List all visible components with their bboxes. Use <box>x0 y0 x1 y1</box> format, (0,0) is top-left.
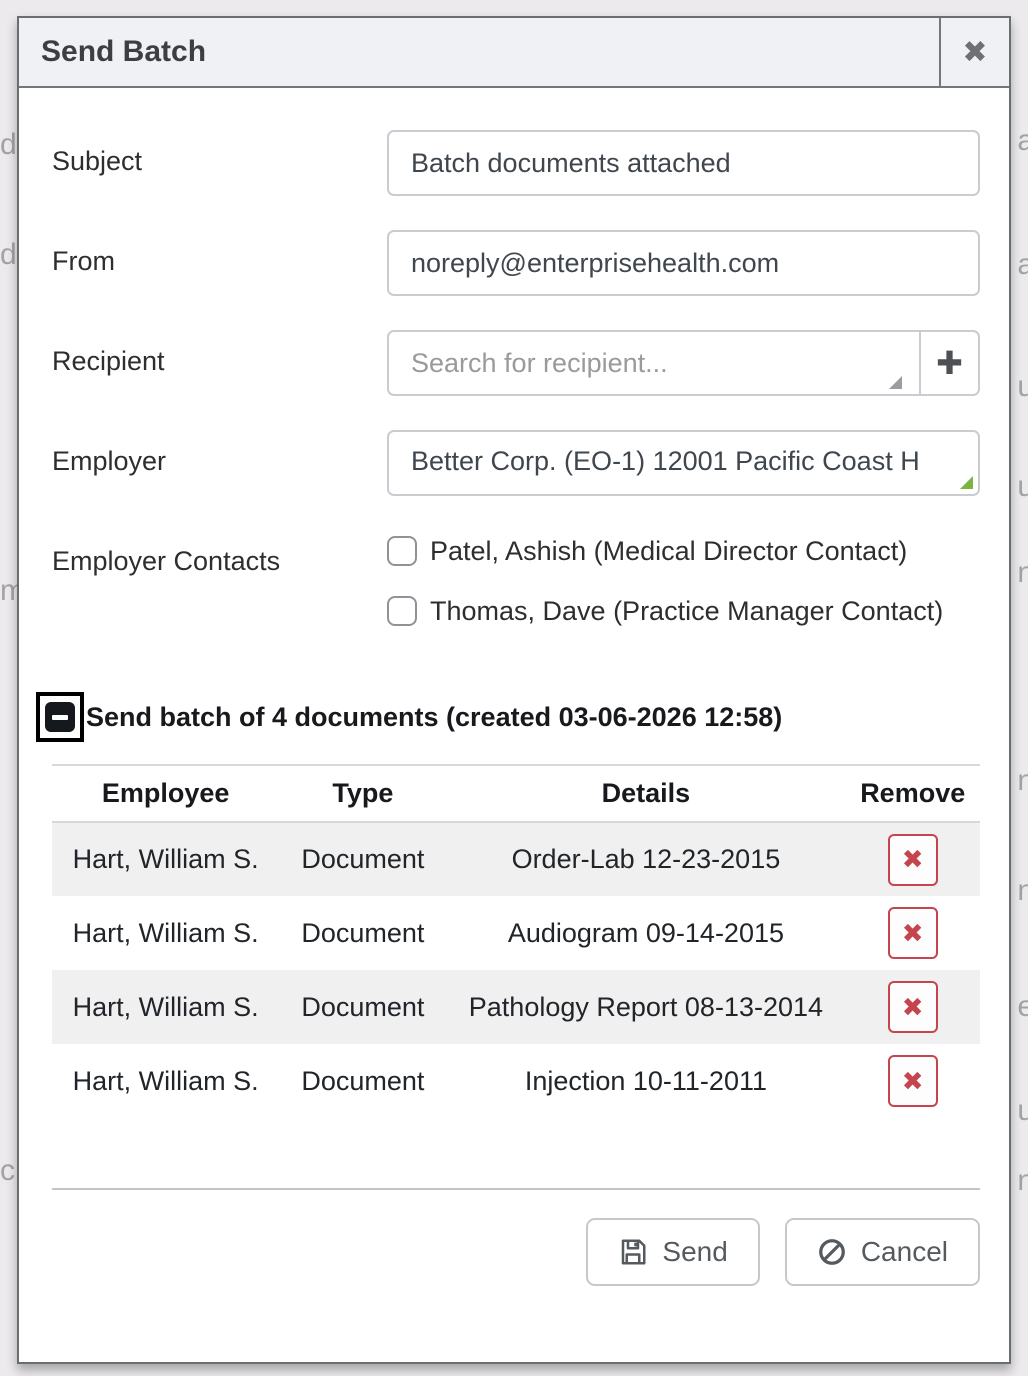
cell-employee: Hart, William S. <box>52 896 279 970</box>
contact-label-thomas[interactable]: Thomas, Dave (Practice Manager Contact) <box>430 590 943 633</box>
cell-type: Document <box>279 822 446 896</box>
employer-select[interactable]: Better Corp. (EO-1) 12001 Pacific Coast … <box>387 430 980 496</box>
table-header-row: Employee Type Details Remove <box>52 765 980 822</box>
recipient-row: Recipient ✚ <box>52 330 980 396</box>
resize-grip-icon <box>889 376 902 389</box>
send-batch-dialog: Send Batch ✖ Subject From Recipient <box>17 16 1011 1364</box>
send-button-label: Send <box>662 1236 727 1268</box>
from-input[interactable] <box>387 230 980 296</box>
batch-documents-table: Employee Type Details Remove Hart, Willi… <box>52 764 980 1118</box>
batch-section-header: Send batch of 4 documents (created 03-06… <box>36 692 980 742</box>
table-row: Hart, William S. Document Injection 10-1… <box>52 1044 980 1118</box>
backdrop-letter: n <box>1017 1164 1028 1198</box>
backdrop-letter: e <box>1017 990 1028 1024</box>
employer-contacts-label: Employer Contacts <box>52 530 387 650</box>
table-row: Hart, William S. Document Pathology Repo… <box>52 970 980 1044</box>
remove-document-button[interactable]: ✖ <box>888 1055 938 1107</box>
column-header-type: Type <box>279 765 446 822</box>
employer-contacts-row: Employer Contacts Patel, Ashish (Medical… <box>52 530 980 650</box>
backdrop-letter: c <box>0 1154 15 1188</box>
backdrop-letter: a <box>1017 248 1028 282</box>
plus-icon: ✚ <box>936 344 963 382</box>
dialog-title: Send Batch <box>19 18 939 86</box>
footer-divider <box>52 1188 980 1190</box>
cancel-button-label: Cancel <box>861 1236 948 1268</box>
ban-icon <box>817 1237 847 1267</box>
backdrop-letter: n <box>1017 874 1028 908</box>
cell-type: Document <box>279 970 446 1044</box>
close-button[interactable]: ✖ <box>939 18 1009 86</box>
table-row: Hart, William S. Document Order-Lab 12-2… <box>52 822 980 896</box>
column-header-remove: Remove <box>845 765 980 822</box>
cell-details: Injection 10-11-2011 <box>446 1044 845 1118</box>
cell-details: Order-Lab 12-23-2015 <box>446 822 845 896</box>
from-label: From <box>52 230 387 296</box>
cancel-button[interactable]: Cancel <box>785 1218 980 1286</box>
contact-checkbox-thomas[interactable] <box>387 596 417 626</box>
backdrop-letter: u <box>1017 1094 1028 1128</box>
employer-row: Employer Better Corp. (EO-1) 12001 Pacif… <box>52 430 980 496</box>
select-grip-icon <box>960 476 973 489</box>
contact-option: Thomas, Dave (Practice Manager Contact) <box>387 590 980 633</box>
subject-label: Subject <box>52 130 387 196</box>
remove-document-button[interactable]: ✖ <box>888 834 938 886</box>
recipient-label: Recipient <box>52 330 387 396</box>
minus-square-icon <box>45 702 75 732</box>
subject-input[interactable] <box>387 130 980 196</box>
remove-document-button[interactable]: ✖ <box>888 981 938 1033</box>
cell-details: Pathology Report 08-13-2014 <box>446 970 845 1044</box>
send-button[interactable]: Send <box>586 1218 759 1286</box>
backdrop-letter: a <box>1017 124 1028 158</box>
save-floppy-icon <box>618 1237 648 1267</box>
from-row: From <box>52 230 980 296</box>
collapse-batch-button[interactable] <box>36 692 84 742</box>
backdrop-letter: n <box>1017 764 1028 798</box>
contact-checkbox-patel[interactable] <box>387 536 417 566</box>
subject-row: Subject <box>52 130 980 196</box>
cell-details: Audiogram 09-14-2015 <box>446 896 845 970</box>
contact-option: Patel, Ashish (Medical Director Contact) <box>387 530 980 573</box>
recipient-search-input[interactable] <box>387 330 919 396</box>
dialog-body: Subject From Recipient ✚ <box>19 88 1009 1286</box>
backdrop-letter: u <box>1017 370 1028 404</box>
backdrop-letter: n <box>1017 556 1028 590</box>
employer-label: Employer <box>52 430 387 496</box>
contact-label-patel[interactable]: Patel, Ashish (Medical Director Contact) <box>430 530 907 573</box>
backdrop-letter: d <box>0 128 17 162</box>
dialog-header: Send Batch ✖ <box>19 18 1009 88</box>
column-header-employee: Employee <box>52 765 279 822</box>
batch-section-title: Send batch of 4 documents (created 03-06… <box>86 702 782 733</box>
remove-document-button[interactable]: ✖ <box>888 907 938 959</box>
backdrop-letter: d <box>0 238 17 272</box>
column-header-details: Details <box>446 765 845 822</box>
dialog-footer: Send Cancel <box>52 1218 980 1286</box>
cell-employee: Hart, William S. <box>52 1044 279 1118</box>
cell-type: Document <box>279 896 446 970</box>
cell-employee: Hart, William S. <box>52 822 279 896</box>
close-icon: ✖ <box>962 35 987 70</box>
table-row: Hart, William S. Document Audiogram 09-1… <box>52 896 980 970</box>
cell-type: Document <box>279 1044 446 1118</box>
cell-employee: Hart, William S. <box>52 970 279 1044</box>
backdrop-letter: u <box>1017 470 1028 504</box>
add-recipient-button[interactable]: ✚ <box>919 330 980 396</box>
